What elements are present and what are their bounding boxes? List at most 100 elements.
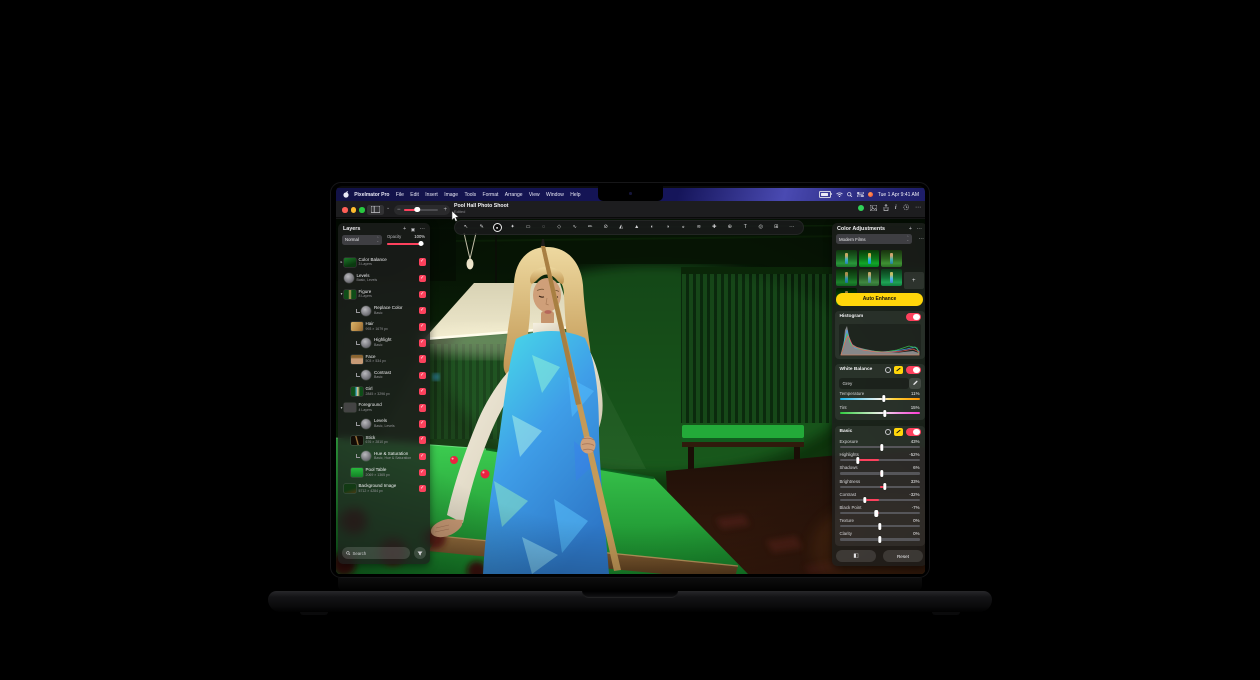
layer-stick[interactable]: Stick 676 × 2810 px ✓ [338, 432, 430, 448]
fullscreen-button[interactable] [359, 207, 365, 213]
tool-type[interactable]: T [741, 223, 750, 232]
slider-thumb[interactable] [880, 444, 883, 451]
menu-item[interactable]: Arrange [502, 192, 526, 198]
chevron-down-icon[interactable]: ⌄ [386, 205, 390, 211]
menu-item[interactable]: Window [543, 192, 567, 198]
tool-quick-select[interactable]: ◇ [555, 223, 564, 232]
preset-select[interactable]: Modern Films ⌃⌄ [836, 234, 912, 244]
menu-item[interactable]: Insert [422, 192, 441, 198]
menu-item[interactable]: Format [479, 192, 501, 198]
export-icon[interactable] [883, 204, 889, 211]
add-preset-button[interactable]: + [904, 272, 925, 289]
spotlight-search-icon[interactable] [847, 192, 853, 198]
layer-thumbnail[interactable] [351, 322, 363, 331]
layer-foreground[interactable]: ▾ Foreground 4 Layers ✓ [338, 400, 430, 416]
tool-repair[interactable]: ✚ [710, 223, 719, 232]
opacity-slider-thumb[interactable] [419, 241, 424, 246]
layer-thumbnail[interactable] [361, 306, 371, 316]
menu-item[interactable]: Pixelmator Pro [351, 192, 393, 198]
disclosure-triangle[interactable]: ▾ [340, 406, 344, 410]
minimize-button[interactable] [351, 207, 357, 213]
slider-track[interactable] [840, 459, 920, 461]
slider-thumb[interactable] [856, 457, 859, 464]
sidebar-toggle-button[interactable] [367, 205, 384, 215]
tool-color-adjustments[interactable]: ● [493, 223, 502, 232]
wifi-icon[interactable] [836, 192, 843, 198]
eyedropper-button[interactable] [909, 378, 921, 389]
tool-zoom[interactable]: ◎ [756, 223, 765, 232]
preset-3[interactable] [881, 250, 902, 267]
layer-highlight[interactable]: Highlight Basic ✓ [338, 335, 430, 351]
zoom-out-icon[interactable]: − [394, 207, 404, 213]
disclosure-triangle[interactable]: ▾ [340, 292, 344, 296]
tool-crop[interactable]: ▭ [524, 223, 533, 232]
slider-thumb[interactable] [882, 395, 885, 402]
slider-track[interactable] [840, 412, 920, 414]
slider-thumb[interactable] [880, 470, 883, 477]
siri-icon[interactable] [868, 192, 873, 197]
layer-thumbnail[interactable] [361, 338, 371, 348]
tool-select[interactable]: ◌ [539, 223, 548, 232]
slider-thumb[interactable] [883, 483, 886, 490]
zoom-slider[interactable]: − + [394, 205, 450, 215]
layer-visibility-checkbox[interactable]: ✓ [419, 436, 427, 444]
tool-fill[interactable]: ◭ [617, 223, 626, 232]
menu-item[interactable]: File [393, 192, 407, 198]
layer-hue-saturation[interactable]: Hue & Saturation Basic, Hue & Saturation… [338, 448, 430, 464]
layer-visibility-checkbox[interactable]: ✓ [419, 355, 427, 363]
tool-move[interactable]: ↖ [462, 223, 471, 232]
white-balance-toggle[interactable] [906, 366, 921, 374]
layer-visibility-checkbox[interactable]: ✓ [419, 404, 427, 412]
more-options-icon[interactable]: ⋯ [915, 205, 921, 211]
layer-levels[interactable]: Levels Basic, Levels ✓ [338, 270, 430, 286]
layer-visibility-checkbox[interactable]: ✓ [419, 420, 427, 428]
slider-thumb[interactable] [875, 510, 878, 517]
tool-erase[interactable]: ⊘ [601, 223, 610, 232]
reset-circle-icon[interactable] [885, 429, 891, 435]
layer-visibility-checkbox[interactable]: ✓ [419, 339, 427, 347]
slider-thumb[interactable] [863, 497, 866, 504]
slider-thumb[interactable] [883, 410, 886, 417]
apple-logo-icon[interactable] [343, 191, 349, 198]
preset-5[interactable] [859, 269, 880, 286]
layer-contrast[interactable]: Contrast Basic ✓ [338, 367, 430, 383]
slider-track[interactable] [840, 525, 920, 527]
layer-levels-2[interactable]: Levels Basic, Levels ✓ [338, 416, 430, 432]
layer-thumbnail[interactable] [351, 355, 363, 364]
layer-thumbnail[interactable] [344, 258, 356, 267]
layer-face[interactable]: Face 503 × 534 px ✓ [338, 351, 430, 367]
layer-visibility-checkbox[interactable]: ✓ [419, 275, 427, 283]
add-layer-icon[interactable]: + [403, 227, 406, 232]
preset-more-icon[interactable]: ⋯ [919, 236, 925, 242]
tool-gradient[interactable]: ▲ [632, 223, 641, 232]
tool-style[interactable]: ✎ [477, 223, 486, 232]
canvas-area[interactable]: ↖✎●✦▭◌◇∿✏⊘◭▲◐◑◒≋✚⊕T◎⊞⋯ Layers + ▣ ⋯ Norm… [336, 219, 925, 574]
new-group-icon[interactable]: ▣ [411, 227, 415, 232]
preset-1[interactable] [836, 250, 857, 267]
battery-icon[interactable] [819, 191, 831, 198]
layers-search-input[interactable]: Search [342, 547, 410, 559]
slider-thumb[interactable] [878, 536, 881, 543]
info-icon[interactable]: i [895, 205, 897, 211]
histogram-toggle[interactable] [906, 313, 921, 321]
preset-6[interactable] [881, 269, 902, 286]
layer-thumbnail[interactable] [351, 436, 363, 445]
layer-thumbnail[interactable] [344, 403, 356, 412]
layer-replace-color[interactable]: Replace Color Basic ✓ [338, 303, 430, 319]
slider-track[interactable] [840, 486, 920, 488]
layer-visibility-checkbox[interactable]: ✓ [419, 291, 427, 299]
slider-track[interactable] [840, 446, 920, 448]
zoom-slider-thumb[interactable] [414, 207, 420, 213]
compare-button[interactable]: ◧ [836, 550, 876, 562]
close-button[interactable] [342, 207, 348, 213]
preset-4[interactable] [836, 269, 857, 286]
blend-mode-select[interactable]: Normal ⌃⌄ [342, 235, 382, 245]
layer-thumbnail[interactable] [351, 468, 363, 477]
layer-pool-table[interactable]: Pool Table 2069 × 1365 px ✓ [338, 464, 430, 480]
history-icon[interactable] [903, 204, 910, 211]
menu-item[interactable]: Image [441, 192, 461, 198]
tool-pin[interactable]: ⊕ [725, 223, 734, 232]
layer-visibility-checkbox[interactable]: ✓ [419, 485, 427, 493]
slider-track[interactable] [840, 538, 920, 540]
layer-thumbnail[interactable] [361, 419, 371, 429]
